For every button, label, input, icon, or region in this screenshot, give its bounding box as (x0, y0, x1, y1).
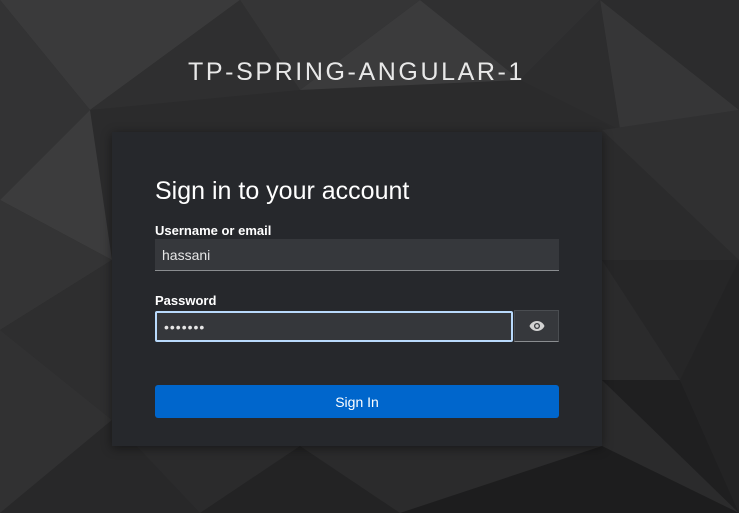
show-password-button[interactable] (514, 310, 559, 342)
username-label: Username or email (155, 223, 272, 238)
sign-in-button[interactable]: Sign In (155, 385, 559, 418)
password-input[interactable] (155, 311, 513, 342)
login-card: Sign in to your account Username or emai… (112, 132, 602, 446)
eye-icon (529, 321, 544, 331)
username-input[interactable] (155, 239, 559, 271)
password-label: Password (155, 293, 217, 308)
realm-title: TP-SPRING-ANGULAR-1 (188, 58, 525, 86)
login-heading: Sign in to your account (155, 177, 410, 205)
